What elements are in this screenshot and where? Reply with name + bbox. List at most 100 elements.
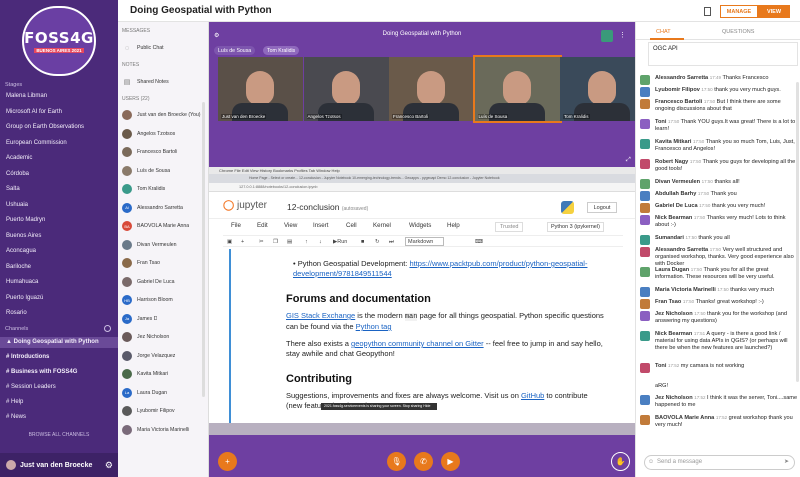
stage-item[interactable]: Aconcagua [6,248,36,254]
stage-item[interactable]: Puerto Iguazú [6,295,43,301]
stage-item[interactable]: Buenos Aires [6,233,41,239]
chat-message-body: Gabriel De Luca 17:50 thank you very muc… [655,202,798,210]
video-tile[interactable]: Just van den Broecke [218,57,303,121]
send-icon[interactable]: ➤ [784,456,789,469]
tab-chat[interactable]: CHAT [656,29,671,35]
user-list-item[interactable]: Divan Vermeulen [122,239,177,251]
person-silhouette [246,71,274,105]
video-tile[interactable]: Tom Kralidis [560,57,645,121]
user-list-item[interactable]: HB Harrison Bloom [122,294,173,306]
user-list-item[interactable]: Lyubomir Filipov [122,405,175,417]
user-list-item[interactable]: Al Alessandro Sarretta [122,202,183,214]
video-tile[interactable]: Luís de Sousa [472,55,562,123]
chat-author: Divan Vermeulen [655,179,701,185]
stage-item[interactable]: European Commission [6,140,67,146]
users-scrollbar[interactable] [202,102,205,397]
connection-status-icon[interactable] [601,30,613,42]
camera-icon[interactable]: ▶ [441,452,460,471]
presenter-pill[interactable]: Tom Kralidis [263,46,300,55]
raise-hand-icon[interactable]: ✋ [611,452,630,471]
stage-item[interactable]: Ushuaia [6,202,28,208]
kernel-badge: Python 3 (ipykernel) [547,222,604,232]
user-list-item[interactable]: Maria Victoria Marinelli [122,424,189,436]
microphone-icon[interactable]: 🎙 [387,452,406,471]
tab-questions[interactable]: QUESTIONS [722,29,754,35]
stop-icon: ■ [361,239,365,245]
stage-item[interactable]: Academic [6,155,32,161]
stage-item[interactable]: Microsoft AI for Earth [6,109,62,115]
avatar [640,287,650,297]
cut-icon: ✂ [259,239,264,245]
channel-item[interactable]: # News [6,414,26,420]
user-list-item[interactable]: Jorge Velazquez [122,350,175,362]
presenter-pill[interactable]: Luís de Sousa [214,46,256,55]
chat-message-body: Kavita Mitkari 17:50 Thank you so much T… [655,138,798,153]
expand-icon[interactable]: ⤢ [626,157,631,164]
emoji-icon[interactable]: ☺ [648,456,654,469]
add-button[interactable]: + [218,452,237,471]
video-tile[interactable]: Angelos Tzotsos [303,57,389,121]
stage-item[interactable]: Puerto Madryn [6,217,45,223]
document-icon[interactable] [704,7,711,16]
add-channel-icon[interactable] [104,325,111,332]
channel-item[interactable]: # Session Leaders [6,384,56,390]
video-tile[interactable]: Francesco Bartoli [389,57,474,121]
chat-message-body: Fran Tsao 17:50 Thanks! great workshop! … [655,298,798,306]
p3-pre: Suggestions, improvements and fixes are … [286,391,521,400]
video-name: Angelos Tzotsos [306,114,342,119]
logo-main: FOSS4G [24,29,94,47]
stage-item[interactable]: Rosario [6,310,27,316]
chat-message-body: Alessandro Sarretta 17:49 Thanks Frances… [655,74,798,82]
user-list-item[interactable]: La Laura Dugan [122,387,167,399]
chat-author: Jez Nicholson [655,311,693,317]
screenshare-notification: 2021.foss4g.serviceevents is sharing you… [321,403,437,410]
menu-help: Help [447,222,460,229]
person-silhouette [331,71,360,105]
stage-item[interactable]: Humahuaca [6,279,38,285]
gear-icon[interactable]: ⚙ [105,460,113,471]
stage-item[interactable]: Salta [6,186,20,192]
foss4g-logo: FOSS4G BUENOS AIRES 2021 [22,6,96,76]
user-list-item[interactable]: Angelos Tzotsos [122,128,175,140]
more-options-icon[interactable]: ⋮ [619,31,626,39]
chat-author: Laura Dugan [655,267,690,273]
channel-item[interactable]: # Help [6,399,23,405]
chat-input[interactable]: Send a message ☺ ➤ [644,455,795,470]
restart-icon: ↻ [375,239,380,245]
chat-author: Francesco Bartoli [655,99,703,105]
video-name: Luís de Sousa [477,114,509,119]
channel-item[interactable]: # Introductions [6,354,49,360]
user-list-item[interactable]: Gabriel De Luca [122,276,175,288]
user-list-item[interactable]: Tom Kralidis [122,183,165,195]
channel-item[interactable]: # Business with FOSS4G [6,369,77,375]
stage-item[interactable]: Malena Libman [6,93,47,99]
user-list-item[interactable]: BA BAOVOLA Marie Anna [122,220,189,232]
shared-notes-item[interactable]: ▤ Shared Notes [122,76,169,88]
logout-button: Logout [587,202,617,213]
user-list-item[interactable]: Luís de Sousa [122,165,170,177]
user-list-item[interactable]: Jez Nicholson [122,331,169,343]
p1-code: man [404,313,418,321]
browse-all-channels[interactable]: BROWSE ALL CHANNELS [0,432,118,438]
user-list-item[interactable]: Ja James D [122,313,157,325]
current-user-bar[interactable]: Just van den Broecke ⚙ [0,453,118,477]
channel-item[interactable]: ▲ Doing Geospatial with Python [6,339,99,345]
chat-text: thank you very much! [711,203,766,209]
public-chat-item[interactable]: ◌ Public Chat [122,42,164,54]
user-list-item[interactable]: Just van den Broecke (You) [122,109,201,121]
phone-icon[interactable]: ✆ [414,452,433,471]
chat-author: Lyubomir Filipov [655,87,700,93]
run-label: Run [337,239,348,245]
stage-item[interactable]: Córdoba [6,171,29,177]
stage-item[interactable]: Bariloche [6,264,31,270]
manage-button[interactable]: MANAGE [720,5,758,18]
user-list-item[interactable]: Kavita Mitkari [122,368,168,380]
view-button[interactable]: VIEW [758,5,790,18]
stage-item[interactable]: Group on Earth Observations [6,124,84,130]
user-list-item[interactable]: Fran Tsao [122,257,160,269]
avatar [640,247,650,257]
chat-message: Nick Bearman 17:50 Thanks very much! Lot… [640,214,798,229]
avatar: Ja [122,313,132,324]
avatar [640,267,650,277]
user-list-item[interactable]: Francesco Bartoli [122,146,177,158]
